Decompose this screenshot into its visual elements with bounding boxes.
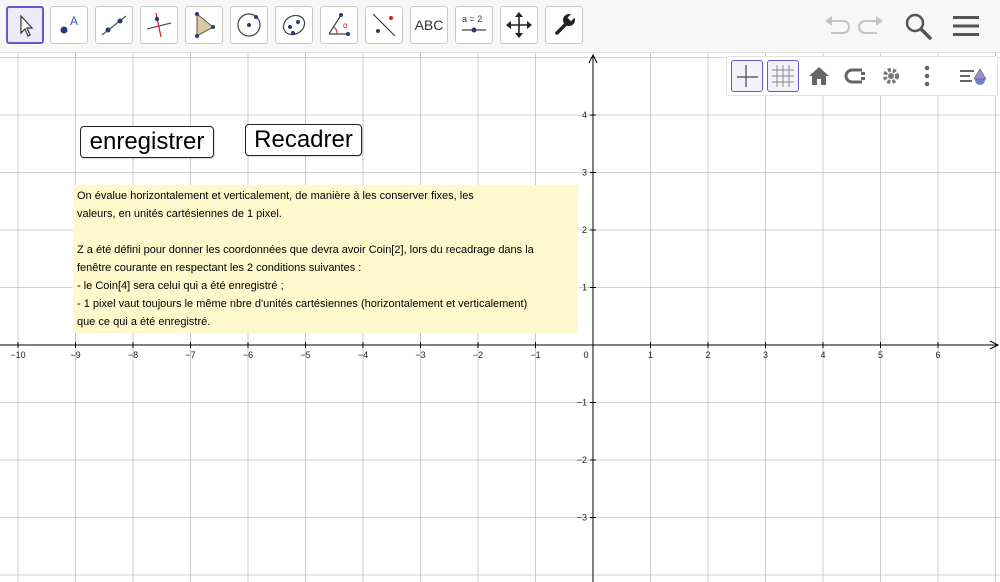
toggle-stylebar-button[interactable] [957,60,989,92]
move-tool-icon [20,14,34,37]
angle-tool-icon: α [328,13,350,36]
y-tick-label: 2 [582,225,587,235]
label-style-icon [844,68,865,84]
move-graphics-tool-icon [506,12,532,38]
x-tick-label: −10 [10,350,25,360]
y-tick-label: −1 [577,398,587,408]
text-line: - 1 pixel vaut toujours le même nbre d'u… [77,298,528,310]
home-icon [809,67,829,85]
text-line: que ce qui a été enregistré. [77,316,211,328]
perpendicular-tool-button[interactable] [140,6,178,44]
redo-button[interactable] [854,8,890,44]
more-icon [924,65,930,87]
reflect-tool-button[interactable] [365,6,403,44]
circle-center-tool-icon [237,13,261,37]
text-line: Z a été défini pour donner les coordonné… [77,244,534,256]
point-tool-icon: A [60,14,78,34]
ellipse-tool-icon [282,14,306,36]
wrench-tool-icon [555,13,576,35]
svg-text:a = 2: a = 2 [462,14,482,24]
settings-icon [883,68,899,84]
grid-icon [772,65,794,87]
save-button[interactable]: enregistrer [80,126,214,158]
toggle-stylebar-icon [960,68,987,85]
undo-button[interactable] [818,8,854,44]
info-textbox: On évalue horizontalement et verticaleme… [73,185,578,333]
search-button[interactable] [900,8,936,44]
toolbar: A α ABC a = 2 [0,0,1000,53]
settings-button[interactable] [875,60,907,92]
wrench-tool-button[interactable] [545,6,583,44]
x-tick-label: −3 [415,350,425,360]
x-tick-label: −7 [185,350,195,360]
menu-icon [953,16,979,36]
style-bar [726,56,998,96]
y-tick-label: −3 [577,513,587,523]
line-tool-icon [101,15,127,36]
axes-icon [737,65,758,87]
label-style-button[interactable] [839,60,871,92]
x-tick-label: −2 [473,350,483,360]
y-tick-label: 3 [582,168,587,178]
polygon-tool-button[interactable] [185,6,223,44]
text-tool-icon: ABC [414,17,444,33]
text-line: On évalue horizontalement et verticaleme… [77,190,474,202]
reflect-tool-icon [372,13,396,37]
svg-text:α: α [343,21,348,30]
text-tool-button[interactable]: ABC [410,6,448,44]
x-tick-label: 2 [705,350,710,360]
x-tick-label: 1 [648,350,653,360]
move-graphics-tool-button[interactable] [500,6,538,44]
perpendicular-tool-icon [146,12,172,38]
x-tick-label: −9 [70,350,80,360]
undo-icon [825,16,850,34]
text-line: fenêtre courante en respectant les 2 con… [77,262,362,274]
angle-tool-button[interactable]: α [320,6,358,44]
text-line-blank [77,223,574,241]
menu-button[interactable] [948,8,984,44]
x-tick-label: 5 [878,350,883,360]
move-tool-button[interactable] [6,6,44,44]
line-tool-button[interactable] [95,6,133,44]
x-tick-label: 6 [935,350,940,360]
y-tick-label: −2 [577,455,587,465]
svg-text:A: A [70,14,78,28]
text-line: - le Coin[4] sera celui qui a été enregi… [77,280,284,292]
grid-toggle[interactable] [767,60,799,92]
search-icon [905,13,932,40]
x-tick-label: 3 [763,350,768,360]
x-tick-label: −6 [243,350,253,360]
slider-tool-button[interactable]: a = 2 [455,6,493,44]
point-tool-button[interactable]: A [50,6,88,44]
x-tick-label: −5 [300,350,310,360]
polygon-tool-icon [195,12,215,38]
y-tick-label: 4 [582,110,587,120]
circle-tool-button[interactable] [230,6,268,44]
reframe-button[interactable]: Recadrer [245,124,362,156]
ellipse-tool-button[interactable] [275,6,313,44]
redo-icon [858,16,883,34]
x-tick-label: 4 [820,350,825,360]
axes-toggle[interactable] [731,60,763,92]
x-tick-label: 0 [583,350,588,360]
x-tick-label: −1 [530,350,540,360]
x-tick-label: −4 [358,350,368,360]
slider-tool-icon: a = 2 [462,14,486,33]
home-button[interactable] [803,60,835,92]
text-line: valeurs, en unités cartésiennes de 1 pix… [77,208,282,220]
x-tick-label: −8 [128,350,138,360]
more-button[interactable] [911,60,943,92]
y-tick-label: 1 [582,283,587,293]
